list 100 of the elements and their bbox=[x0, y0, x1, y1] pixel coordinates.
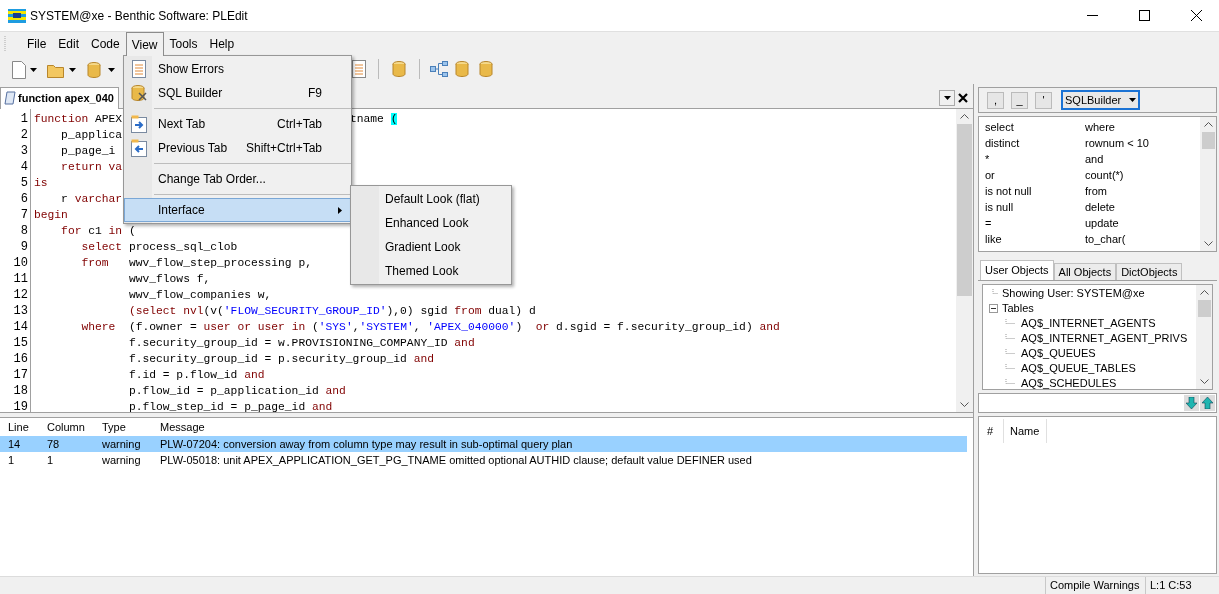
menu-bar-item[interactable]: Edit bbox=[52, 32, 86, 56]
keyword-item[interactable]: delete bbox=[1085, 198, 1115, 216]
menu-item[interactable]: Interface bbox=[124, 198, 351, 222]
list-document-icon[interactable] bbox=[352, 60, 366, 78]
insert-character-button[interactable]: , bbox=[987, 91, 1004, 109]
scroll-up-icon[interactable] bbox=[1203, 122, 1213, 127]
line-number: 5 bbox=[19, 175, 29, 191]
line-number: 8 bbox=[19, 223, 29, 239]
object-tab[interactable]: DictObjects bbox=[1116, 263, 1183, 280]
insert-character-button[interactable]: _ bbox=[1011, 91, 1028, 109]
menu-item[interactable]: Show Errors bbox=[124, 57, 351, 81]
code-line: f.security_group_id = w.PROVISIONING_COMPANY_ID and bbox=[127, 336, 475, 351]
keyword-item[interactable]: from bbox=[1085, 182, 1107, 200]
message-row[interactable]: 1 1 warning PLW-05018: unit APEX_APPLICATION_GET_PG_TNAME omitted optional AUTHID clause; default value DEFINER used bbox=[0, 452, 967, 468]
column-header[interactable]: Name bbox=[1004, 419, 1047, 443]
menu-item[interactable]: SQL Builder F9 bbox=[124, 81, 351, 105]
caret-icon[interactable] bbox=[30, 68, 37, 72]
scrollbar[interactable] bbox=[1196, 285, 1212, 389]
collapse-icon[interactable] bbox=[989, 304, 998, 313]
table-cell-text: warning bbox=[102, 452, 142, 468]
code-line: return va bbox=[60, 160, 123, 175]
scroll-up-icon[interactable] bbox=[960, 114, 969, 119]
scroll-up-icon[interactable] bbox=[1199, 290, 1209, 295]
menu-bar-item[interactable]: View bbox=[125, 32, 164, 56]
message-row[interactable]: 14 78 warning PLW-07204: conversion away from column type may result in sub-optimal query plan bbox=[0, 436, 967, 452]
diagram-icon[interactable] bbox=[430, 61, 448, 77]
menu-bar-item[interactable]: Code bbox=[85, 32, 126, 56]
menu-item[interactable]: Enhanced Look bbox=[351, 211, 511, 235]
keyword-item[interactable]: update bbox=[1085, 214, 1119, 232]
submenu-arrow-icon bbox=[338, 206, 342, 214]
code-line: from wwv_flow_step_processing p, bbox=[80, 256, 312, 271]
close-icon[interactable] bbox=[958, 92, 968, 103]
window-title: SYSTEM@xe - Benthic Software: PLEdit bbox=[30, 7, 248, 25]
keyword-item[interactable]: rownum < 10 bbox=[1085, 134, 1149, 152]
scrollbar-thumb[interactable] bbox=[957, 124, 972, 296]
scroll-down-icon[interactable] bbox=[1199, 379, 1209, 384]
menu-item[interactable]: Default Look (flat) bbox=[351, 187, 511, 211]
keyword-item[interactable]: count(*) bbox=[1085, 166, 1124, 184]
scrollbar-thumb[interactable] bbox=[1201, 132, 1215, 149]
editor-tab[interactable]: function apex_040 bbox=[0, 86, 119, 109]
tree-item[interactable]: AQ$_QUEUES bbox=[1021, 345, 1096, 362]
line-number: 12 bbox=[12, 287, 29, 303]
keyword-item[interactable]: like bbox=[985, 230, 1085, 248]
menu-bar-item[interactable]: File bbox=[21, 32, 53, 56]
menu-bar-item[interactable]: Tools bbox=[163, 32, 204, 56]
column-header[interactable]: Message bbox=[160, 418, 973, 436]
column-header[interactable]: Line bbox=[0, 418, 47, 436]
column-header[interactable]: # bbox=[979, 419, 1004, 443]
code-line: p.flow_id = p_application_id and bbox=[127, 384, 346, 399]
menu-item[interactable]: Change Tab Order... bbox=[124, 167, 351, 191]
line-number: 16 bbox=[12, 351, 29, 367]
previous-tab-icon bbox=[131, 139, 147, 157]
line-number: 17 bbox=[12, 367, 29, 383]
tree-item[interactable]: AQ$_SCHEDULES bbox=[1021, 375, 1117, 389]
app-logo-icon bbox=[8, 8, 26, 23]
object-tab[interactable]: User Objects bbox=[980, 260, 1054, 280]
menu-bar-item[interactable]: Help bbox=[203, 32, 241, 56]
caret-icon[interactable] bbox=[108, 68, 115, 72]
menu-item[interactable]: Themed Look bbox=[351, 259, 511, 283]
keyword-item[interactable]: * bbox=[985, 150, 1085, 168]
line-number: 9 bbox=[19, 239, 29, 255]
keyword-item[interactable]: = bbox=[985, 214, 1085, 232]
line-number: 2 bbox=[19, 127, 29, 143]
menu-item[interactable]: Gradient Look bbox=[351, 235, 511, 259]
keyword-item[interactable]: or bbox=[985, 166, 1085, 184]
menu-item[interactable]: Next Tab Ctrl+Tab bbox=[124, 112, 351, 136]
close-icon[interactable] bbox=[1191, 10, 1202, 21]
tree-item[interactable]: AQ$_QUEUE_TABLES bbox=[1021, 360, 1136, 377]
caret-icon[interactable] bbox=[69, 68, 76, 72]
column-header[interactable]: Column bbox=[47, 418, 102, 436]
object-tab[interactable]: All Objects bbox=[1053, 263, 1117, 280]
scroll-down-icon[interactable] bbox=[960, 402, 969, 407]
menu-item[interactable]: Previous Tab Shift+Ctrl+Tab bbox=[124, 136, 351, 160]
line-number: 15 bbox=[12, 335, 29, 351]
code-line: select process_sql_clob bbox=[80, 240, 238, 255]
line-number: 11 bbox=[12, 271, 29, 287]
maximize-icon[interactable] bbox=[1139, 10, 1150, 21]
tree-item[interactable]: AQ$_INTERNET_AGENT_PRIVS bbox=[1021, 330, 1188, 347]
caret-icon[interactable] bbox=[1129, 98, 1136, 102]
column-header[interactable]: Type bbox=[102, 418, 160, 436]
tree-item[interactable]: AQ$_INTERNET_AGENTS bbox=[1021, 315, 1156, 332]
builder-select[interactable]: SQLBuilder bbox=[1061, 90, 1140, 110]
keyword-item[interactable]: select bbox=[985, 118, 1085, 136]
insert-character-button[interactable]: ' bbox=[1035, 91, 1052, 109]
document-icon bbox=[132, 60, 146, 78]
code-line: r varchar bbox=[60, 192, 123, 207]
keyword-item[interactable]: where bbox=[1085, 118, 1115, 136]
scroll-down-icon[interactable] bbox=[1203, 241, 1213, 246]
keyword-item[interactable]: is null bbox=[985, 198, 1085, 216]
tab-list-button[interactable] bbox=[939, 89, 955, 106]
tree-item[interactable]: Tables bbox=[1002, 300, 1034, 317]
tree-item[interactable]: Showing User: SYSTEM@xe bbox=[1002, 285, 1145, 302]
keyword-item[interactable]: to_char( bbox=[1085, 230, 1126, 248]
scrollbar-thumb[interactable] bbox=[1197, 300, 1211, 317]
scrollbar[interactable] bbox=[956, 109, 973, 412]
line-number: 4 bbox=[19, 159, 29, 175]
keyword-item[interactable]: distinct bbox=[985, 134, 1085, 152]
keyword-item[interactable]: is not null bbox=[985, 182, 1085, 200]
scrollbar[interactable] bbox=[1200, 117, 1216, 251]
keyword-item[interactable]: and bbox=[1085, 150, 1104, 168]
